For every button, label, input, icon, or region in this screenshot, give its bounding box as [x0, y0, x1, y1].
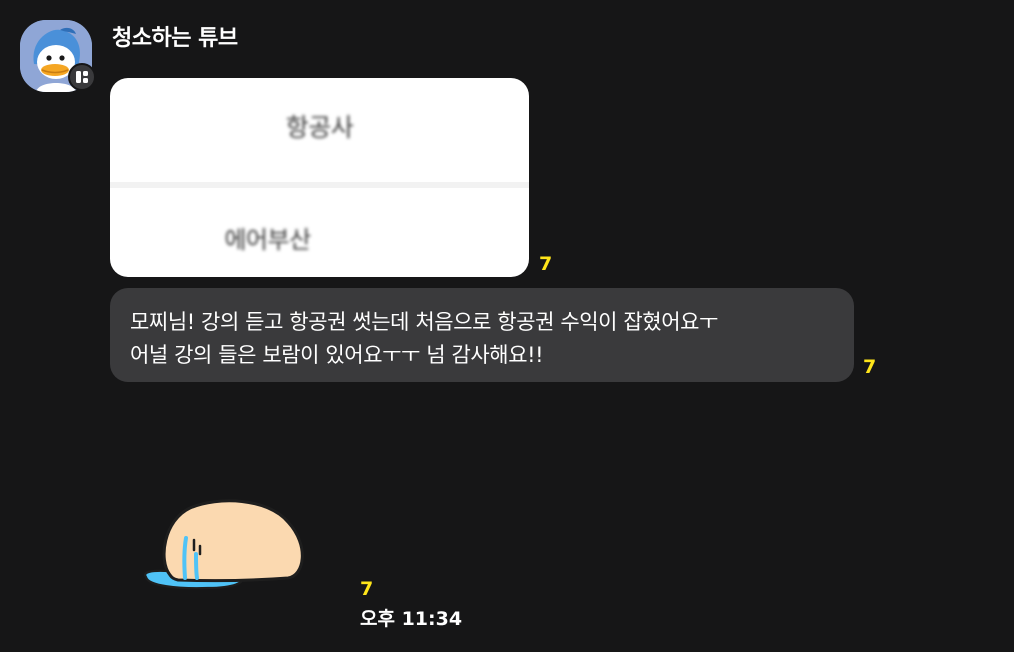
card-divider — [110, 182, 529, 188]
text-message-bubble[interactable]: 모찌님! 강의 듣고 항공권 썻는데 처음으로 항공권 수익이 잡혔어요ㅜ 어널… — [110, 288, 854, 382]
unread-count: 7 — [360, 578, 374, 600]
unread-count: 7 — [863, 356, 877, 378]
profile-mode-badge-icon — [68, 63, 96, 91]
message-time: 오후 11:34 — [360, 608, 463, 630]
card-header-label: 항공사 — [285, 113, 354, 142]
crying-blob-sticker-icon — [144, 499, 304, 590]
sender-name[interactable]: 청소하는 튜브 — [112, 20, 238, 52]
chat-room: 청소하는 튜브 항공사 에어부산 7 모찌님! 강의 듣고 항공권 썻는데 처음… — [0, 0, 1014, 652]
card-value-label: 에어부산 — [224, 226, 311, 254]
sticker-message[interactable] — [138, 480, 318, 600]
shared-image-message[interactable]: 항공사 에어부산 — [110, 78, 529, 277]
unread-count: 7 — [539, 253, 553, 275]
message-line: 모찌님! 강의 듣고 항공권 썻는데 처음으로 항공권 수익이 잡혔어요ㅜ — [130, 310, 718, 334]
message-line: 어널 강의 들은 보람이 있어요ㅜㅜ 넘 감사해요!! — [130, 343, 544, 367]
